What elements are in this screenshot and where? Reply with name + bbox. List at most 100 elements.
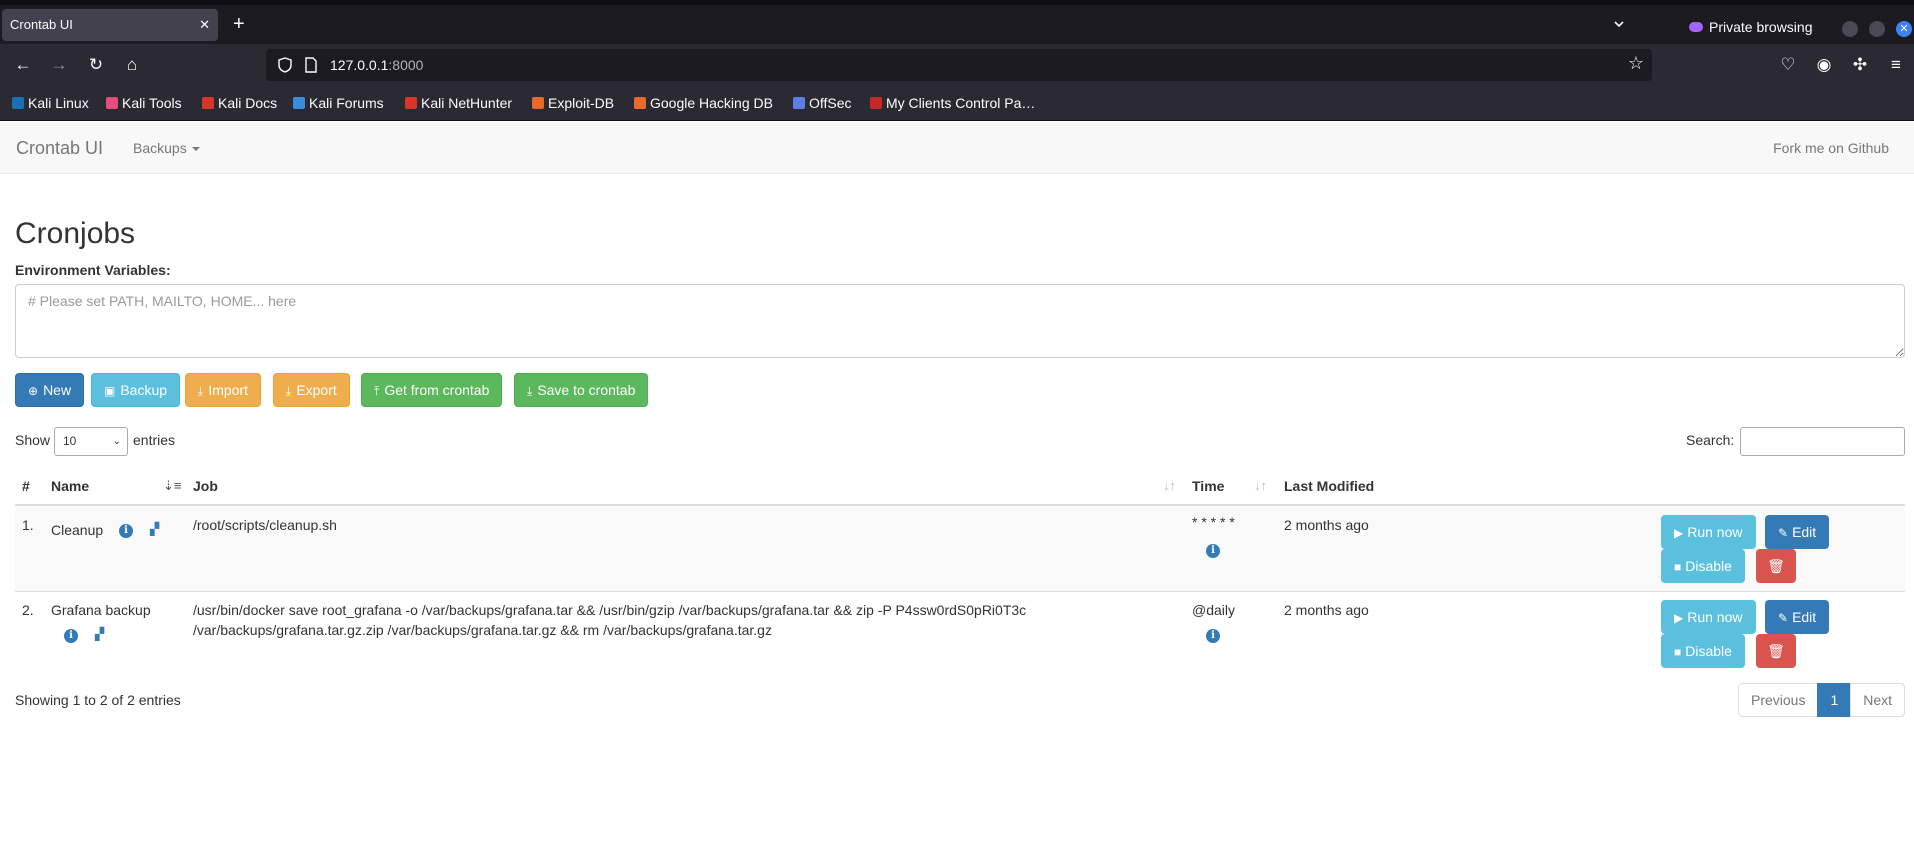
edit-icon: ✎: [1778, 611, 1789, 625]
col-time-header[interactable]: Time: [1192, 478, 1224, 494]
bookmarks-toolbar: Kali Linux Kali Tools Kali Docs Kali For…: [0, 86, 1914, 121]
browser-tab-bar: Crontab UI ✕ + Private browsing ✕: [0, 5, 1914, 44]
floppy-icon: ▣: [104, 384, 116, 398]
import-icon: ⤓: [198, 384, 204, 398]
search-input[interactable]: [1740, 427, 1905, 456]
row-job: /root/scripts/cleanup.sh: [193, 517, 337, 533]
url-host: 127.0.0.1: [330, 57, 389, 73]
pagination: Previous 1 Next: [1738, 683, 1906, 717]
account-icon[interactable]: ◉: [1813, 54, 1835, 76]
info-icon[interactable]: i: [119, 524, 133, 538]
play-icon: ▶: [1674, 611, 1684, 625]
next-page-button[interactable]: Next: [1850, 683, 1906, 717]
entries-label: entries: [133, 432, 176, 448]
tab-list-chevron-icon[interactable]: [1614, 19, 1624, 29]
window-maximize-button[interactable]: [1869, 21, 1885, 37]
url-bar[interactable]: 127.0.0.1:8000 ☆: [266, 49, 1652, 81]
row-time: @daily: [1192, 602, 1236, 618]
show-label: Show: [15, 432, 51, 448]
extensions-icon[interactable]: ✣: [1849, 54, 1871, 76]
env-variables-label: Environment Variables:: [15, 262, 171, 278]
delete-button[interactable]: 🗑: [1756, 634, 1796, 668]
disable-button[interactable]: ■ Disable: [1661, 634, 1745, 668]
row-index: 1.: [22, 517, 34, 533]
ghdb-icon: [634, 97, 646, 109]
search-label: Search:: [1686, 432, 1735, 448]
col-last-modified-header: Last Modified: [1284, 478, 1375, 494]
row-time: * * * * *: [1192, 514, 1235, 530]
export-icon: ⤓: [286, 384, 292, 398]
page-info-icon[interactable]: [304, 57, 318, 73]
col-name-header[interactable]: Name: [51, 478, 89, 494]
bookmark-my-clients[interactable]: My Clients Control Pa…: [870, 95, 1035, 111]
trash-icon: 🗑: [1767, 643, 1785, 659]
col-job-header[interactable]: Job: [193, 478, 218, 494]
disable-button[interactable]: ■ Disable: [1661, 549, 1745, 583]
bookmark-exploit-db[interactable]: Exploit-DB: [532, 95, 614, 111]
bookmark-kali-linux[interactable]: Kali Linux: [12, 95, 89, 111]
stop-icon: ■: [1674, 645, 1682, 659]
import-button[interactable]: ⤓ Import: [185, 373, 261, 407]
bookmark-kali-forums[interactable]: Kali Forums: [293, 95, 384, 111]
entries-per-page-select[interactable]: 10 ⌄: [54, 427, 128, 456]
backups-dropdown[interactable]: Backups: [133, 140, 200, 156]
bookmark-kali-nethunter[interactable]: Kali NetHunter: [405, 95, 512, 111]
brand-link[interactable]: Crontab UI: [16, 138, 103, 158]
sort-desc-icon[interactable]: ⇣≡: [163, 478, 181, 494]
kali-forums-icon: [293, 97, 305, 109]
browser-nav-bar: ← → ↻ ⌂ 127.0.0.1:8000 ☆ ♡ ◉ ✣ ≡: [0, 44, 1914, 86]
stop-icon: ■: [1674, 560, 1682, 574]
backup-button[interactable]: ▣ Backup: [91, 373, 181, 407]
bookmark-kali-docs[interactable]: Kali Docs: [202, 95, 277, 111]
previous-page-button[interactable]: Previous: [1738, 683, 1819, 717]
shield-icon[interactable]: [278, 57, 292, 73]
pocket-icon[interactable]: ♡: [1777, 54, 1799, 76]
bookmark-offsec[interactable]: OffSec: [793, 95, 852, 111]
bookmark-kali-tools[interactable]: Kali Tools: [106, 95, 182, 111]
tab-title: Crontab UI: [10, 17, 73, 32]
log-file-icon[interactable]: ▞: [150, 522, 166, 536]
sort-both-icon[interactable]: ↓↑: [1254, 478, 1267, 494]
home-icon[interactable]: ⌂: [121, 54, 143, 76]
export-button[interactable]: ⤓ Export: [273, 373, 350, 407]
info-icon[interactable]: i: [1206, 629, 1220, 643]
table-info: Showing 1 to 2 of 2 entries: [15, 692, 181, 708]
clients-icon: [870, 97, 882, 109]
upload-icon: ⤒: [374, 384, 380, 398]
info-icon[interactable]: i: [64, 629, 78, 643]
row-last-modified: 2 months ago: [1284, 517, 1369, 533]
run-now-button[interactable]: ▶ Run now: [1661, 600, 1756, 634]
row-name: Cleanup: [51, 522, 104, 538]
new-button[interactable]: ⊕ New: [15, 373, 85, 407]
kali-dragon-icon: [12, 97, 24, 109]
page-1-button[interactable]: 1: [1817, 683, 1852, 717]
menu-icon[interactable]: ≡: [1885, 54, 1907, 76]
info-icon[interactable]: i: [1206, 544, 1220, 558]
row-divider: [15, 591, 1905, 592]
edit-button[interactable]: ✎ Edit: [1765, 515, 1830, 549]
forward-arrow-icon[interactable]: →: [48, 54, 70, 76]
delete-button[interactable]: 🗑: [1756, 549, 1796, 583]
window-minimize-button[interactable]: [1842, 21, 1858, 37]
bookmark-star-icon[interactable]: ☆: [1628, 53, 1644, 74]
edit-button[interactable]: ✎ Edit: [1765, 600, 1830, 634]
back-arrow-icon[interactable]: ←: [12, 54, 34, 76]
fork-github-link[interactable]: Fork me on Github: [1773, 140, 1889, 156]
play-icon: ▶: [1674, 526, 1684, 540]
log-file-icon[interactable]: ▞: [95, 627, 111, 641]
bookmark-google-hacking-db[interactable]: Google Hacking DB: [634, 95, 773, 111]
save-to-crontab-button[interactable]: ⤓ Save to crontab: [514, 373, 649, 407]
trash-icon: 🗑: [1767, 558, 1785, 574]
env-variables-textarea[interactable]: [15, 284, 1905, 358]
sort-both-icon[interactable]: ↓↑: [1163, 478, 1176, 494]
backups-label: Backups: [133, 140, 187, 156]
url-text[interactable]: 127.0.0.1:8000: [330, 49, 423, 81]
reload-icon[interactable]: ↻: [85, 54, 107, 76]
new-tab-button[interactable]: +: [233, 14, 245, 34]
tab-close-icon[interactable]: ✕: [199, 9, 210, 41]
get-from-crontab-button[interactable]: ⤒ Get from crontab: [361, 373, 503, 407]
window-close-button[interactable]: ✕: [1896, 21, 1912, 37]
browser-tab-active[interactable]: Crontab UI ✕: [2, 9, 218, 41]
row-index: 2.: [22, 602, 34, 618]
run-now-button[interactable]: ▶ Run now: [1661, 515, 1756, 549]
